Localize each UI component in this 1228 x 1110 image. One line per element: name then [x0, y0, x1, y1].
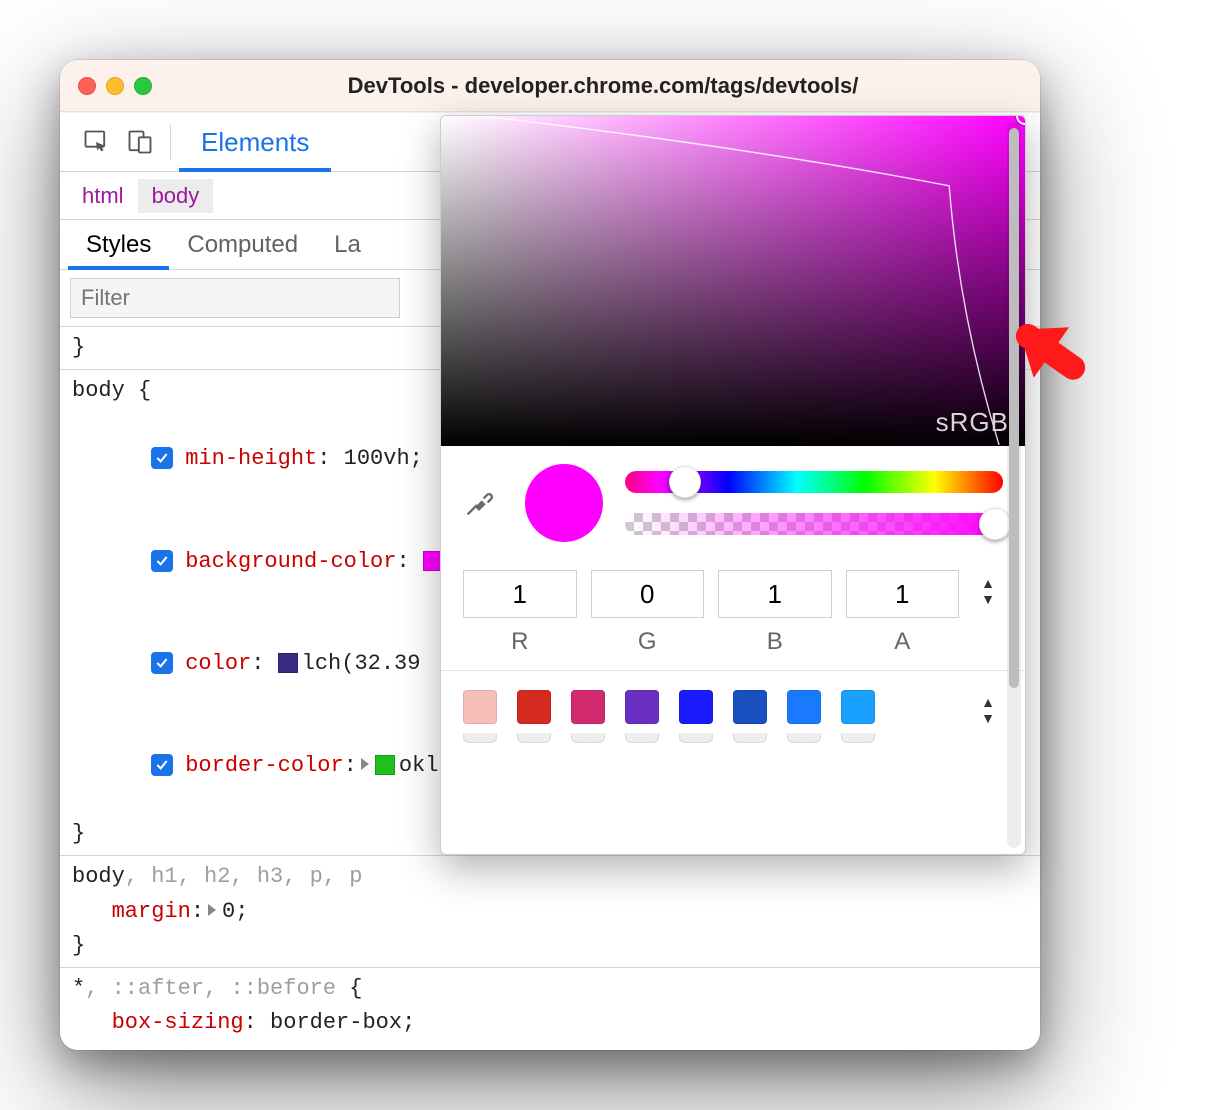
brace-close: } — [72, 821, 85, 846]
palette-swatch[interactable] — [733, 733, 767, 743]
eyedropper-icon[interactable] — [463, 483, 503, 523]
palette-swatch[interactable] — [733, 690, 767, 724]
chevron-up-icon: ▲ — [981, 695, 995, 709]
palette-row-lower — [441, 733, 1025, 761]
window-title-prefix: DevTools - — [348, 73, 465, 98]
titlebar: DevTools - developer.chrome.com/tags/dev… — [60, 60, 1040, 112]
checkbox-icon[interactable] — [151, 754, 173, 776]
close-window-button[interactable] — [78, 77, 96, 95]
palette-swatch[interactable] — [841, 733, 875, 743]
selector-body-headings[interactable]: body, h1, h2, h3, p, p — [72, 860, 1028, 894]
filter-input[interactable] — [70, 278, 400, 318]
checkbox-icon[interactable] — [151, 447, 173, 469]
color-swatch[interactable] — [375, 755, 395, 775]
expand-icon[interactable] — [361, 758, 369, 770]
expand-icon[interactable] — [208, 904, 216, 916]
color-preview — [525, 464, 603, 542]
palette-swatch[interactable] — [463, 733, 497, 743]
palette-stepper[interactable]: ▲ ▼ — [973, 689, 1003, 725]
channel-g-input[interactable] — [591, 570, 705, 618]
palette-row: ▲ ▼ — [441, 670, 1025, 733]
devtools-window: DevTools - developer.chrome.com/tags/dev… — [60, 60, 1040, 1050]
palette-swatch[interactable] — [679, 733, 713, 743]
tab-styles[interactable]: Styles — [68, 220, 169, 269]
channel-a-label: A — [846, 628, 960, 656]
palette-swatch[interactable] — [517, 690, 551, 724]
palette-swatch[interactable] — [625, 690, 659, 724]
gamut-boundary — [441, 116, 1025, 445]
color-format-stepper[interactable]: ▲ ▼ — [973, 570, 1003, 606]
traffic-lights — [78, 77, 152, 95]
selector-body[interactable]: body { — [72, 378, 151, 403]
channel-g-label: G — [591, 628, 705, 656]
minimize-window-button[interactable] — [106, 77, 124, 95]
channel-r-label: R — [463, 628, 577, 656]
toolbar-separator — [170, 124, 171, 160]
saturation-value-area[interactable]: sRGB — [441, 116, 1025, 446]
chevron-up-icon: ▲ — [981, 576, 995, 590]
palette-swatch[interactable] — [571, 733, 605, 743]
tab-computed[interactable]: Computed — [169, 220, 316, 269]
palette-swatch[interactable] — [841, 690, 875, 724]
gamut-label: sRGB — [936, 407, 1009, 438]
brace-close: } — [72, 933, 85, 958]
device-toggle-icon[interactable] — [118, 120, 162, 164]
hue-thumb[interactable] — [669, 466, 701, 498]
chevron-down-icon: ▼ — [981, 592, 995, 606]
breadcrumb-item-body[interactable]: body — [138, 179, 214, 213]
tab-layout[interactable]: La — [316, 220, 379, 269]
palette-swatch[interactable] — [787, 690, 821, 724]
color-picker: sRGB R — [440, 115, 1026, 855]
breadcrumb-item-html[interactable]: html — [68, 179, 138, 213]
rgba-inputs: R G B A ▲ ▼ — [441, 552, 1025, 670]
palette-swatch[interactable] — [463, 690, 497, 724]
zoom-window-button[interactable] — [134, 77, 152, 95]
alpha-slider[interactable] — [625, 513, 1003, 535]
inspect-element-icon[interactable] — [74, 120, 118, 164]
palette-swatch[interactable] — [787, 733, 821, 743]
hue-slider[interactable] — [625, 471, 1003, 493]
window-title-path: developer.chrome.com/tags/devtools/ — [465, 73, 859, 98]
picker-scrollbar[interactable] — [1007, 122, 1021, 848]
selector-universal[interactable]: *, ::after, ::before { — [72, 972, 1028, 1006]
palette-swatch[interactable] — [571, 690, 605, 724]
palette-swatch[interactable] — [517, 733, 551, 743]
window-title: DevTools - developer.chrome.com/tags/dev… — [184, 73, 1022, 99]
channel-a-input[interactable] — [846, 570, 960, 618]
channel-b-label: B — [718, 628, 832, 656]
palette-swatch[interactable] — [679, 690, 713, 724]
channel-b-input[interactable] — [718, 570, 832, 618]
brace-close: } — [72, 335, 85, 360]
chevron-down-icon: ▼ — [981, 711, 995, 725]
channel-r-input[interactable] — [463, 570, 577, 618]
palette-swatch[interactable] — [625, 733, 659, 743]
checkbox-icon[interactable] — [151, 550, 173, 572]
color-swatch[interactable] — [278, 653, 298, 673]
tab-elements[interactable]: Elements — [179, 113, 331, 171]
decl-box-sizing[interactable]: box-sizing: border-box; — [72, 1006, 1028, 1040]
checkbox-icon[interactable] — [151, 652, 173, 674]
decl-margin[interactable]: margin:0; — [72, 895, 1028, 929]
